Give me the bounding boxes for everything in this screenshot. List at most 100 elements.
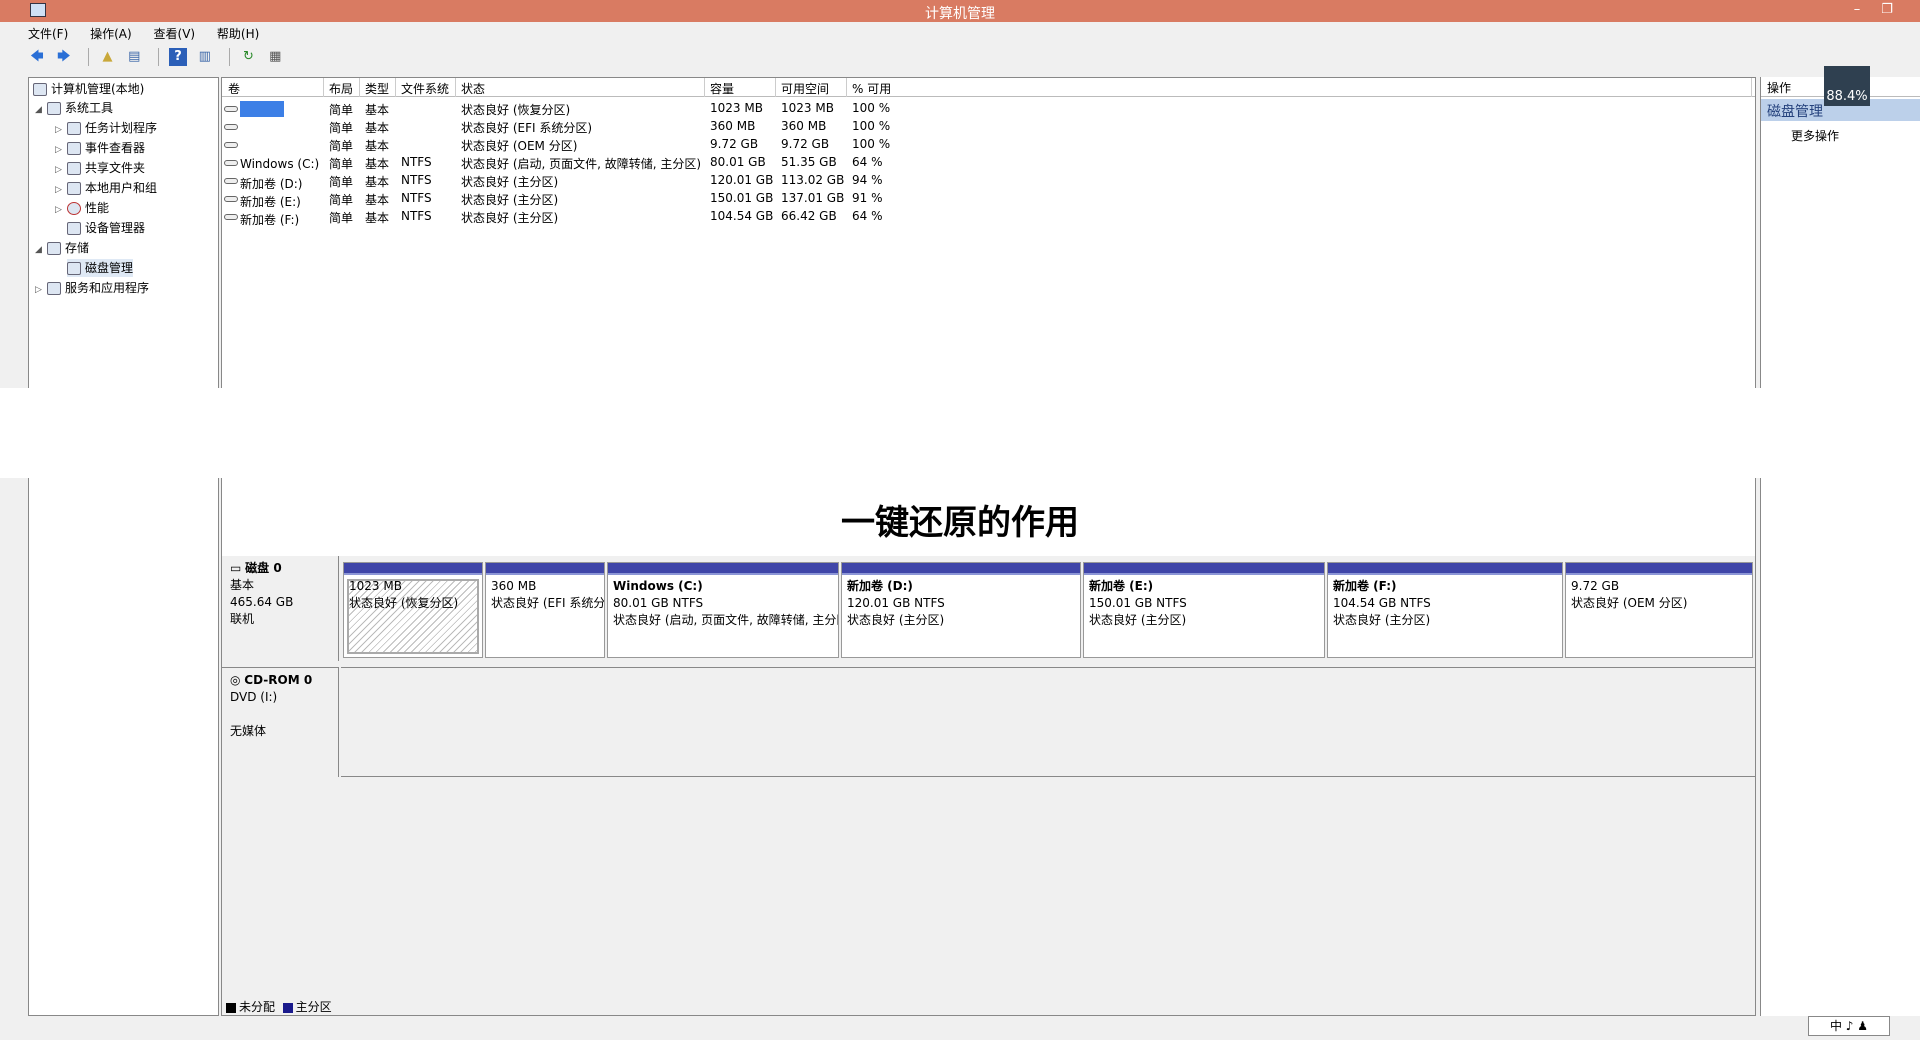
volume-row[interactable]: 简单 基本 状态良好 (恢复分区) 1023 MB 1023 MB 100 % xyxy=(222,99,1755,117)
tree-item-services-apps[interactable]: ▷ 服务和应用程序 xyxy=(35,279,149,297)
performance-badge: 88.4% xyxy=(1824,66,1870,106)
partition-f[interactable]: 新加卷 (F:) 104.54 GB NTFS 状态良好 (主分区) xyxy=(1327,562,1563,658)
volume-row[interactable]: Windows (C:) 简单 基本 NTFS 状态良好 (启动, 页面文件, … xyxy=(222,153,1755,171)
column-header-type[interactable]: 类型 xyxy=(365,80,389,97)
volume-row[interactable]: 新加卷 (F:) 简单 基本 NTFS 状态良好 (主分区) 104.54 GB… xyxy=(222,207,1755,227)
disk-graphical-view: ▭ 磁盘 0 基本 465.64 GB 联机 1023 MB 状态良好 (恢复分区… xyxy=(222,556,1755,1015)
tree-item-device-manager[interactable]: 设备管理器 xyxy=(67,219,145,237)
tree-item-event-viewer[interactable]: ▷ 事件查看器 xyxy=(55,139,145,157)
expanded-arrow-icon[interactable]: ◢ xyxy=(35,101,47,119)
drive-icon xyxy=(224,213,238,220)
drive-icon xyxy=(224,177,238,184)
partition-color-bar xyxy=(1328,563,1562,575)
show-tree-icon[interactable]: ▤ xyxy=(125,48,143,66)
status-bar xyxy=(28,1018,1756,1040)
cdrom-area[interactable] xyxy=(341,667,1755,777)
partition-color-bar xyxy=(842,563,1080,575)
tree-item-performance[interactable]: ▷ 性能 xyxy=(55,199,109,217)
menu-help[interactable]: 帮助(H) xyxy=(217,24,259,44)
partition-e[interactable]: 新加卷 (E:) 150.01 GB NTFS 状态良好 (主分区) xyxy=(1083,562,1325,658)
collapsed-arrow-icon[interactable]: ▷ xyxy=(55,201,67,219)
collapsed-arrow-icon[interactable]: ▷ xyxy=(55,161,67,179)
toolbar-divider xyxy=(228,48,230,66)
drive-icon xyxy=(224,141,238,148)
menu-bar: 文件(F) 操作(A) 查看(V) 帮助(H) xyxy=(28,24,277,44)
selected-volume-highlight xyxy=(240,101,284,117)
clock-icon xyxy=(67,122,81,135)
expanded-arrow-icon[interactable]: ◢ xyxy=(35,241,47,259)
device-manager-icon xyxy=(67,222,81,235)
column-divider[interactable] xyxy=(846,78,847,97)
tree-item-task-scheduler[interactable]: ▷ 任务计划程序 xyxy=(55,119,157,137)
users-icon xyxy=(67,182,81,195)
menu-view[interactable]: 查看(V) xyxy=(154,24,196,44)
partition-color-bar xyxy=(1084,563,1324,575)
tree-item-storage[interactable]: ◢ 存储 xyxy=(35,239,89,257)
collapsed-arrow-icon[interactable]: ▷ xyxy=(55,181,67,199)
navigation-tree: 计算机管理(本地) ◢ 系统工具 ▷ 任务计划程序 ▷ 事件查看器 ▷ 共享文件夹 ▷ 本… xyxy=(28,77,219,1016)
forward-icon[interactable]: 🡆 xyxy=(55,48,73,66)
drive-icon xyxy=(224,159,238,166)
partition-color-bar xyxy=(486,563,604,575)
column-divider[interactable] xyxy=(775,78,776,97)
volume-list-header: 卷 布局 类型 文件系统 状态 容量 可用空间 % 可用 xyxy=(222,78,1755,97)
tree-item-local-users[interactable]: ▷ 本地用户和组 xyxy=(55,179,157,197)
back-icon[interactable]: 🡄 xyxy=(28,48,46,66)
column-divider[interactable] xyxy=(704,78,705,97)
column-header-free-space[interactable]: 可用空间 xyxy=(781,80,829,97)
partition-d[interactable]: 新加卷 (D:) 120.01 GB NTFS 状态良好 (主分区) xyxy=(841,562,1081,658)
export-list-icon[interactable]: ▦ xyxy=(266,48,284,66)
refresh-icon[interactable]: ↻ xyxy=(239,48,257,66)
toolbar-divider xyxy=(87,48,89,66)
ime-indicator[interactable]: 中 ♪ ♟ xyxy=(1808,1016,1890,1036)
primary-swatch xyxy=(282,1002,293,1013)
disk-management-pane: 卷 布局 类型 文件系统 状态 容量 可用空间 % 可用 简单 基本 状态良好 … xyxy=(221,77,1756,1016)
column-divider[interactable] xyxy=(1751,78,1752,97)
column-header-percent-free[interactable]: % 可用 xyxy=(852,80,891,97)
column-header-layout[interactable]: 布局 xyxy=(329,80,353,97)
partition-c[interactable]: Windows (C:) 80.01 GB NTFS 状态良好 (启动, 页面文件,… xyxy=(607,562,839,658)
menu-file[interactable]: 文件(F) xyxy=(28,24,68,44)
toolbar: 🡄 🡆 ▲ ▤ ? ▥ ↻ ▦ xyxy=(28,48,289,70)
services-icon xyxy=(47,282,61,295)
column-header-status[interactable]: 状态 xyxy=(461,80,485,97)
disk-0-label[interactable]: ▭ 磁盘 0 基本 465.64 GB 联机 xyxy=(222,556,339,661)
volume-row[interactable]: 新加卷 (D:) 简单 基本 NTFS 状态良好 (主分区) 120.01 GB… xyxy=(222,171,1755,191)
performance-icon xyxy=(67,202,81,215)
tree-item-disk-management[interactable]: 磁盘管理 xyxy=(67,259,134,277)
partition-color-bar xyxy=(1566,563,1752,575)
view-icon[interactable]: ▥ xyxy=(196,48,214,66)
column-header-filesystem[interactable]: 文件系统 xyxy=(401,80,449,97)
storage-icon xyxy=(47,242,61,255)
minimize-button[interactable]: – xyxy=(1842,0,1872,22)
cdrom-0-label[interactable]: ◎ CD-ROM 0 DVD (I:) 无媒体 xyxy=(222,667,339,777)
restore-button[interactable]: ❐ xyxy=(1872,0,1902,22)
up-folder-icon[interactable]: ▲ xyxy=(98,48,116,66)
column-divider[interactable] xyxy=(323,78,324,97)
volume-row[interactable]: 简单 基本 状态良好 (EFI 系统分区) 360 MB 360 MB 100 … xyxy=(222,117,1755,135)
tree-item-shared-folders[interactable]: ▷ 共享文件夹 xyxy=(55,159,145,177)
menu-action[interactable]: 操作(A) xyxy=(90,24,132,44)
column-divider[interactable] xyxy=(455,78,456,97)
column-divider[interactable] xyxy=(359,78,360,97)
event-log-icon xyxy=(67,142,81,155)
collapsed-arrow-icon[interactable]: ▷ xyxy=(55,121,67,139)
column-header-capacity[interactable]: 容量 xyxy=(710,80,734,97)
volume-row[interactable]: 简单 基本 状态良好 (OEM 分区) 9.72 GB 9.72 GB 100 … xyxy=(222,135,1755,153)
column-header-volume[interactable]: 卷 xyxy=(228,80,240,97)
more-actions-link[interactable]: 更多操作 xyxy=(1791,127,1839,144)
tree-item-root[interactable]: 计算机管理(本地) xyxy=(33,80,144,98)
volume-row[interactable]: 新加卷 (E:) 简单 基本 NTFS 状态良好 (主分区) 150.01 GB… xyxy=(222,189,1755,209)
collapsed-arrow-icon[interactable]: ▷ xyxy=(55,141,67,159)
drive-icon xyxy=(224,106,238,112)
partition-efi[interactable]: 360 MB状态良好 (EFI 系统分区) xyxy=(485,562,605,658)
column-divider[interactable] xyxy=(395,78,396,97)
toolbar-divider xyxy=(158,48,160,66)
help-icon[interactable]: ? xyxy=(168,48,187,66)
caption-band xyxy=(0,388,1920,478)
drive-icon xyxy=(224,195,238,202)
partition-oem[interactable]: 9.72 GB 状态良好 (OEM 分区) xyxy=(1565,562,1753,658)
tree-item-system-tools[interactable]: ◢ 系统工具 xyxy=(35,99,113,117)
collapsed-arrow-icon[interactable]: ▷ xyxy=(35,281,47,299)
partition-recovery[interactable]: 1023 MB 状态良好 (恢复分区) xyxy=(343,562,483,658)
